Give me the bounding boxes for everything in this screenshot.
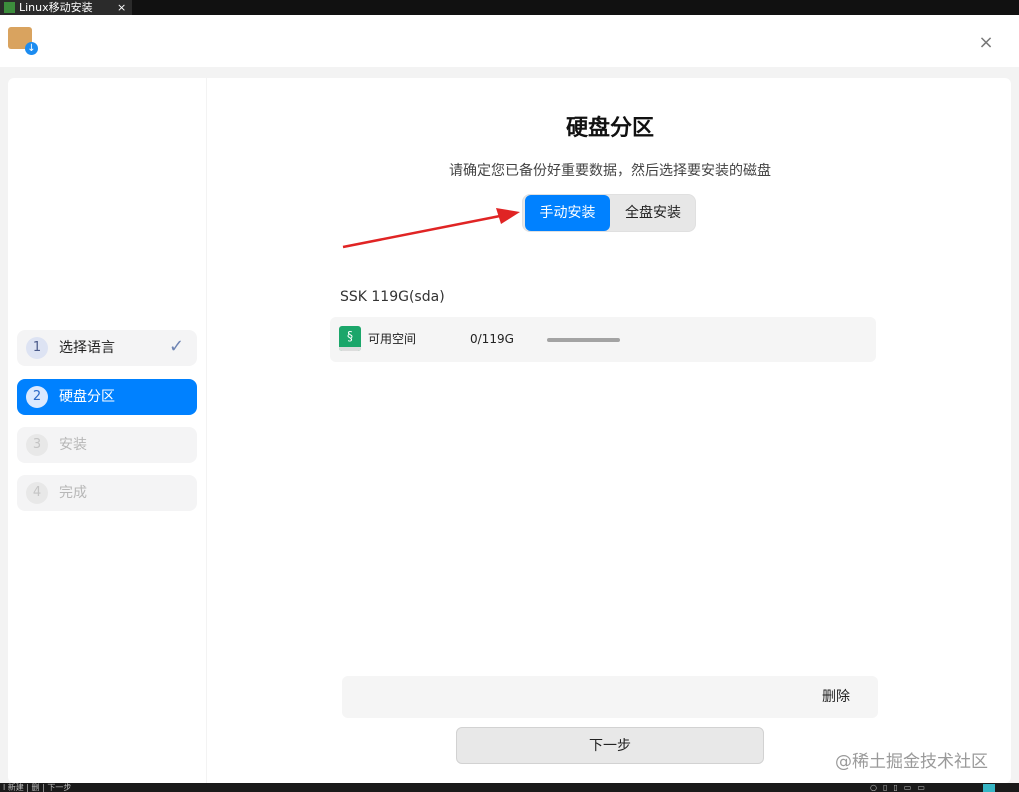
step-finish: 4 完成 [17,475,197,511]
partition-action-bar: 删除 [342,676,878,718]
package-download-icon: ↓ [8,27,38,55]
manual-install-button[interactable]: 手动安装 [525,195,610,231]
disk-label: SSK 119G(sda) [340,289,445,305]
partition-usage-fill [547,338,620,342]
check-icon: ✓ [169,336,185,357]
next-button[interactable]: 下一步 [456,727,764,764]
close-icon[interactable]: × [976,33,996,53]
tray-icon[interactable] [983,784,995,792]
step-select-language[interactable]: 1 选择语言 ✓ [17,330,197,366]
delete-button[interactable]: 删除 [822,676,850,718]
annotation-arrow [342,208,520,249]
page-title: 硬盘分区 [565,116,654,141]
partition-usage-bar [547,338,620,342]
app-header: ↓ × [0,15,1019,67]
partition-row[interactable]: § 可用空间 0/119G [330,317,876,362]
step-label: 安装 [59,437,87,453]
page-subtitle: 请确定您已备份好重要数据，然后选择要安装的磁盘 [449,163,771,179]
step-label: 完成 [59,485,87,501]
step-label: 硬盘分区 [59,389,115,405]
app-tab-icon [4,2,15,13]
partition-size: 0/119G [470,332,514,346]
step-disk-partition[interactable]: 2 硬盘分区 [17,379,197,415]
step-number: 4 [26,482,48,504]
watermark: @稀土掘金技术社区 [835,752,988,772]
partition-name: 可用空间 [368,332,417,346]
step-label: 选择语言 [59,340,115,356]
tab-title: Linux移动安装 [19,1,93,14]
terminal-title-bar [0,0,1019,15]
taskbar: l 新建 | 删 | 下一步 ○▯▯▭▭ [0,783,1019,792]
sidebar-divider [206,78,207,783]
step-number: 1 [26,337,48,359]
full-disk-install-button[interactable]: 全盘安装 [611,195,695,231]
tray-icons: ○▯▯▭▭ [870,783,931,792]
step-number: 2 [26,386,48,408]
install-mode-toggle: 手动安装 全盘安装 [523,195,695,231]
linux-partition-icon: § [339,326,361,351]
window-tab[interactable]: Linux移动安装 × [0,0,132,15]
taskbar-text: l 新建 | 删 | 下一步 [3,783,72,792]
tab-close-icon[interactable]: × [117,0,126,15]
step-number: 3 [26,434,48,456]
step-install: 3 安装 [17,427,197,463]
